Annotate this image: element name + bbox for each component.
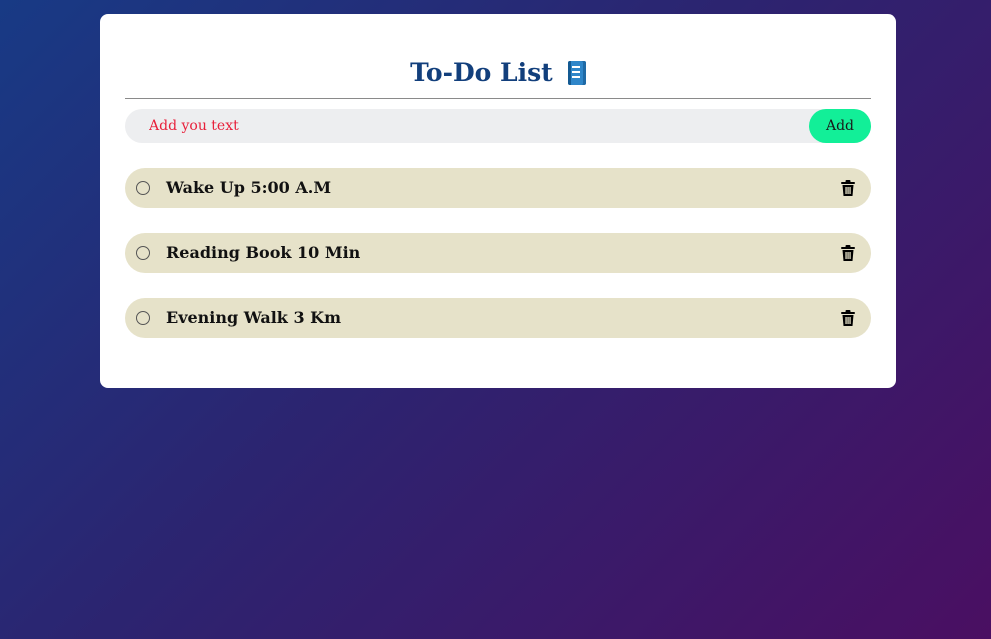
task-checkbox[interactable] (136, 311, 150, 325)
task-text: Reading Book 10 Min (166, 243, 361, 262)
task-list: Wake Up 5:00 A.M Reading Book 10 Min Eve… (125, 168, 871, 363)
page-title: To-Do List (410, 58, 553, 87)
task-input[interactable] (125, 109, 805, 143)
todo-card: To-Do List Add Wake Up 5:00 A.M (100, 14, 896, 388)
header: To-Do List (100, 58, 896, 94)
trash-icon (841, 180, 855, 196)
list-item[interactable]: Reading Book 10 Min (125, 233, 871, 273)
delete-button[interactable] (839, 244, 857, 262)
task-text: Evening Walk 3 Km (166, 308, 341, 327)
header-divider (125, 98, 871, 99)
task-text: Wake Up 5:00 A.M (166, 178, 332, 197)
task-checkbox[interactable] (136, 246, 150, 260)
trash-icon (841, 310, 855, 326)
add-task-row: Add (125, 109, 871, 143)
delete-button[interactable] (839, 309, 857, 327)
notebook-icon (567, 60, 586, 85)
task-checkbox[interactable] (136, 181, 150, 195)
trash-icon (841, 245, 855, 261)
list-item[interactable]: Wake Up 5:00 A.M (125, 168, 871, 208)
list-item[interactable]: Evening Walk 3 Km (125, 298, 871, 338)
add-button[interactable]: Add (809, 109, 871, 143)
delete-button[interactable] (839, 179, 857, 197)
